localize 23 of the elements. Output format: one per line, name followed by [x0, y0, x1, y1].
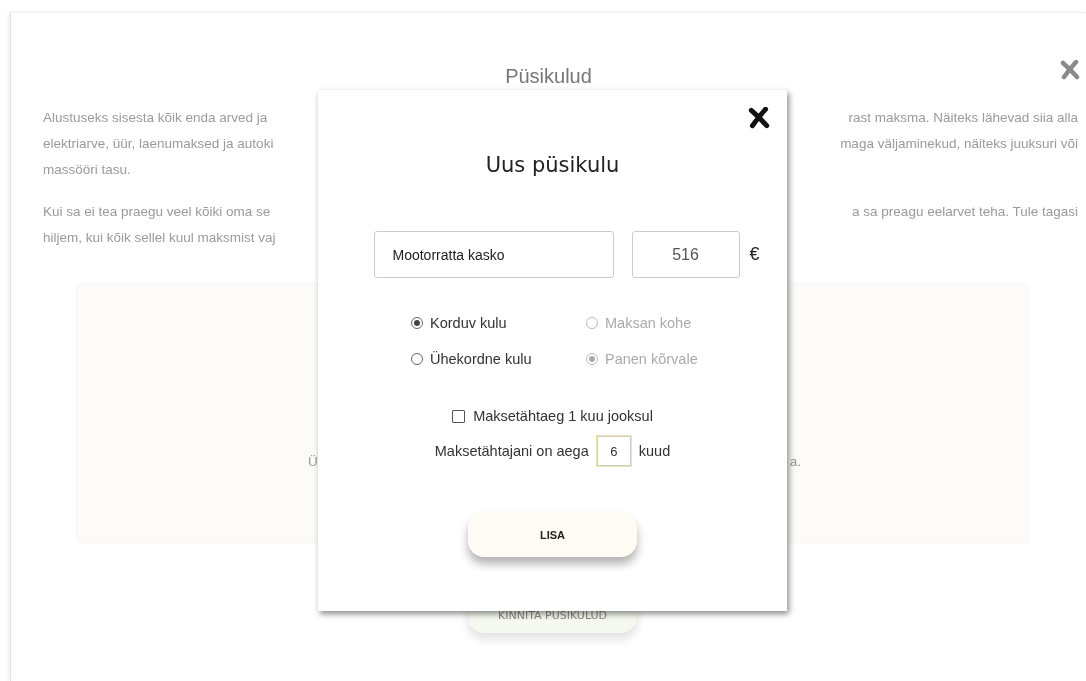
amount-field[interactable]: 516 — [631, 231, 740, 278]
checkbox-option[interactable]: Maksetähtaeg 1 kuu jooksul — [452, 404, 653, 428]
paragraph-text: Alustuseks sisesta kõik enda arved ja — [43, 109, 269, 127]
paragraph-text: massööri tasu. — [43, 161, 132, 179]
add-button[interactable]: LISA — [468, 512, 637, 557]
radio-option[interactable]: Ühekordne kulu — [411, 341, 532, 377]
paragraph-text: maga väljaminekud, näiteks juuksuri või — [839, 135, 1078, 153]
page-title: Püsikulud — [505, 64, 592, 89]
paragraph-text: elektriarve, üür, laenumaksed ja autoki — [43, 135, 275, 153]
months-label: Maksetähtajani on aega — [434, 443, 589, 459]
dialog-title: Uus püsikulu — [485, 152, 620, 179]
radio-option[interactable]: Korduv kulu — [411, 305, 507, 341]
paragraph-text: rast maksma. Näiteks lähevad siia alla — [847, 109, 1078, 127]
currency-label: € — [749, 244, 761, 265]
name-field[interactable]: Mootorratta kasko — [373, 231, 614, 278]
months-unit: kuud — [638, 443, 671, 459]
paragraph-text: Kui sa ei tea praegu veel kõiki oma se — [43, 203, 272, 221]
months-field[interactable]: 6 — [596, 436, 631, 466]
paragraph-text: a sa preagu eelarvet teha. Tule tagasi — [851, 203, 1078, 221]
close-icon[interactable] — [748, 107, 770, 129]
card-text: a. — [789, 454, 801, 469]
card-text: Ü — [308, 454, 318, 469]
paragraph-text: hiljem, kui kõik sellel kuul maksmist vaj — [43, 229, 277, 247]
